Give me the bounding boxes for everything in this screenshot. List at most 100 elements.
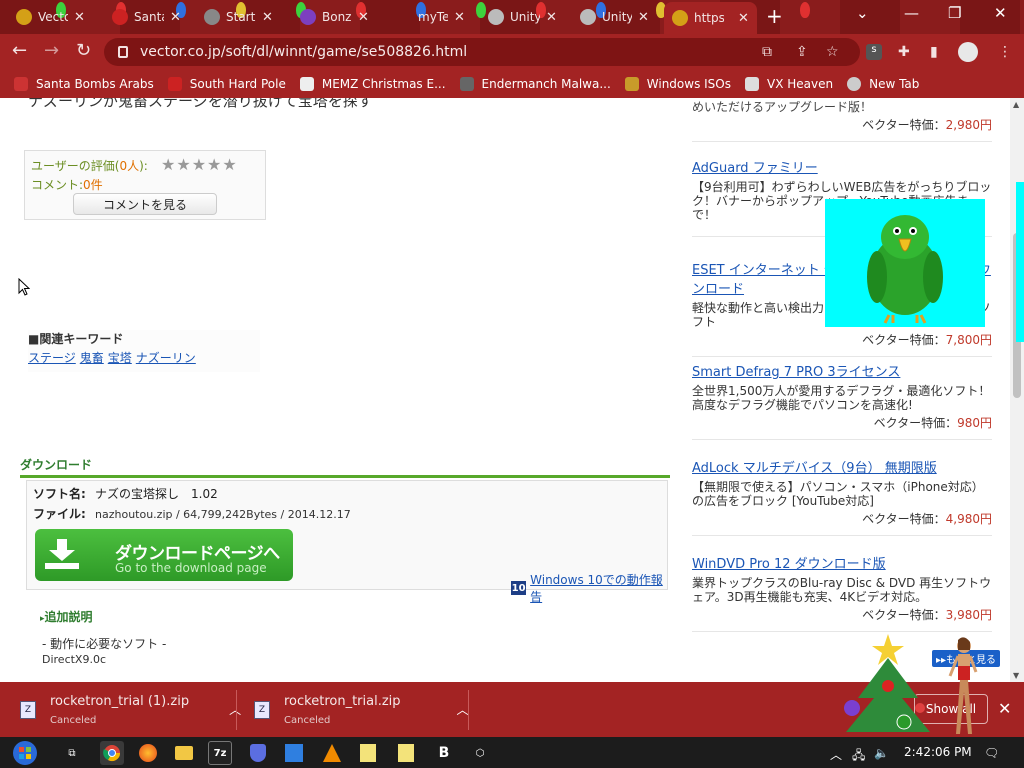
additional-info-heading: ▸追加説明 [40,608,93,625]
bookmark-item[interactable]: Santa Bombs Arabs [14,77,154,91]
close-tab-icon[interactable]: ✕ [638,10,649,25]
bookmark-item[interactable]: MEMZ Christmas E... [299,77,446,91]
file-explorer-icon[interactable] [172,741,196,765]
close-tab-icon[interactable]: ✕ [454,10,465,25]
notepad2-icon[interactable] [394,741,418,765]
browser-tab[interactable]: myTe ✕ [396,4,465,30]
keyword-link[interactable]: ナズーリン [136,351,196,365]
back-icon[interactable]: ← [12,42,27,60]
windows10-report-link[interactable]: 10 Windows 10での動作報告 [511,571,667,605]
close-window-icon[interactable]: ✕ [994,4,1007,22]
product-desc: めいただけるアップグレード版！ [692,100,873,114]
browser-tab[interactable]: Start ✕ [204,4,273,30]
scroll-down-icon[interactable]: ▼ [1013,671,1019,680]
address-bar[interactable]: vector.co.jp/soft/dl/winnt/game/se508826… [104,38,860,66]
keyword-link[interactable]: ステージ [28,351,76,365]
menu-kebab-icon[interactable]: ⋮ [998,44,1012,60]
sidebar-product: WinDVD Pro 12 ダウンロード版 業界トップクラスのBlu-ray D… [692,553,992,632]
product-link[interactable]: AdGuard ファミリー [692,157,992,176]
tray-chevron-up-icon[interactable]: ︿ [830,746,842,763]
extension-s-icon[interactable]: s [866,44,882,60]
extensions-puzzle-icon[interactable]: ✚ [898,44,910,60]
price-label: ベクター特価： [862,333,946,347]
7zip-icon[interactable]: 7z [208,741,232,765]
translate-icon[interactable]: ⧉ [762,44,772,60]
bookmark-star-icon[interactable]: ☆ [826,44,839,60]
bookmark-item[interactable]: Windows ISOs [624,77,731,91]
download-filename: rocketron_trial.zip [284,693,401,709]
close-tab-icon[interactable]: ✕ [546,10,557,25]
unity-icon[interactable]: ⬡ [468,741,492,765]
green-parrot-icon [867,215,943,324]
browser-tab[interactable]: Unity ✕ [580,4,649,30]
download-item[interactable]: Z rocketron_trial (1).zip Canceled ︿ [20,682,241,737]
bookmark-item[interactable]: VX Heaven [745,77,833,91]
vlc-cone-logo [323,744,341,762]
browser-tab[interactable]: Santa ✕ [112,4,181,30]
tab-title: Bonz [322,10,352,24]
close-shelf-icon[interactable]: ✕ [998,699,1011,718]
globe-icon [847,77,862,91]
product-price: ベクター特価：2,980円 [692,116,992,133]
download-box: ソフト名: ナズの宝塔探し 1.02 ファイル: nazhoutou.zip / 6… [26,480,668,604]
keyword-link[interactable]: 宝塔 [108,351,132,365]
vlc-icon[interactable] [320,741,344,765]
chrome-icon[interactable] [100,741,124,765]
new-tab-icon[interactable]: + [766,6,783,26]
price-label: ベクター特価： [862,608,946,622]
windows10-badge-icon: 10 [511,581,527,595]
side-panel-icon[interactable]: ▮ [930,44,938,60]
view-comments-button[interactable]: コメントを見る [73,193,217,215]
firefox-logo [139,744,157,762]
bonzi-parrot-overlay[interactable] [825,199,985,327]
windows-taskbar: ⧉ 7z B ⬡ ︿ 🖧 🔈 2:42:06 PM 🗨 [0,737,1024,768]
store-app-icon[interactable] [282,741,306,765]
close-tab-icon[interactable]: ✕ [170,10,181,25]
volume-icon[interactable]: 🔈 [874,746,889,760]
restore-icon[interactable]: ❐ [948,4,961,22]
close-tab-icon[interactable]: ✕ [262,10,273,25]
minimize-icon[interactable]: — [904,4,919,22]
system-clock[interactable]: 2:42:06 PM [904,745,972,759]
close-tab-icon[interactable]: ✕ [358,10,369,25]
browser-tab[interactable]: Bonz ✕ [300,4,369,30]
start-button[interactable] [10,741,40,765]
shield-logo [250,744,266,762]
notepad2-logo [398,744,414,762]
enderman-icon [459,77,474,91]
network-icon[interactable]: 🖧 [852,746,865,767]
forward-icon[interactable]: → [44,42,59,60]
firefox-icon[interactable] [136,741,160,765]
windows-orb-icon [13,741,37,765]
bold-b-app-icon[interactable]: B [432,741,456,765]
close-tab-icon[interactable]: ✕ [74,10,85,25]
bookmark-item[interactable]: Endermanch Malwa... [459,77,611,91]
tab-search-chevron-icon[interactable]: ⌄ [856,4,869,22]
browser-tab-active[interactable]: https ✕ [664,2,757,34]
profile-avatar-icon[interactable] [958,42,978,62]
product-link[interactable]: Smart Defrag 7 PRO 3ライセンス [692,361,992,380]
product-link[interactable]: AdLock マルチデバイス（9台） 無期限版 [692,457,992,476]
download-page-button[interactable]: ダウンロードページへ Go to the download page [35,529,293,581]
product-link[interactable]: WinDVD Pro 12 ダウンロード版 [692,553,992,572]
shield-app-icon[interactable] [246,741,270,765]
task-view-icon[interactable]: ⧉ [60,741,84,765]
share-icon[interactable]: ⇪ [796,44,808,60]
sidebar-product: AdLock マルチデバイス（9台） 無期限版 【無期限で使える】パソコン・スマ… [692,457,992,536]
reload-icon[interactable]: ↻ [76,42,91,60]
download-item[interactable]: Z rocketron_trial.zip Canceled ︿ [254,682,469,737]
bookmark-item[interactable]: South Hard Pole [167,77,286,91]
close-tab-icon[interactable]: ✕ [738,11,749,26]
scroll-up-icon[interactable]: ▲ [1013,100,1019,109]
software-name-label: ソフト名: [33,487,86,501]
sidebar-product: めいただけるアップグレード版！ ベクター特価：2,980円 [692,98,992,142]
chevron-up-icon[interactable]: ︿ [457,701,469,718]
bookmark-item[interactable]: New Tab [847,77,919,91]
browser-tab[interactable]: Vecto ✕ [16,4,85,30]
keyword-link[interactable]: 鬼畜 [80,351,104,365]
zip-file-icon: Z [254,700,270,719]
browser-tab[interactable]: Unity ✕ [488,4,557,30]
notifications-icon[interactable]: 🗨 [984,746,999,760]
windows10-link-text: Windows 10での動作報告 [530,573,663,604]
notepad-icon[interactable] [356,741,380,765]
